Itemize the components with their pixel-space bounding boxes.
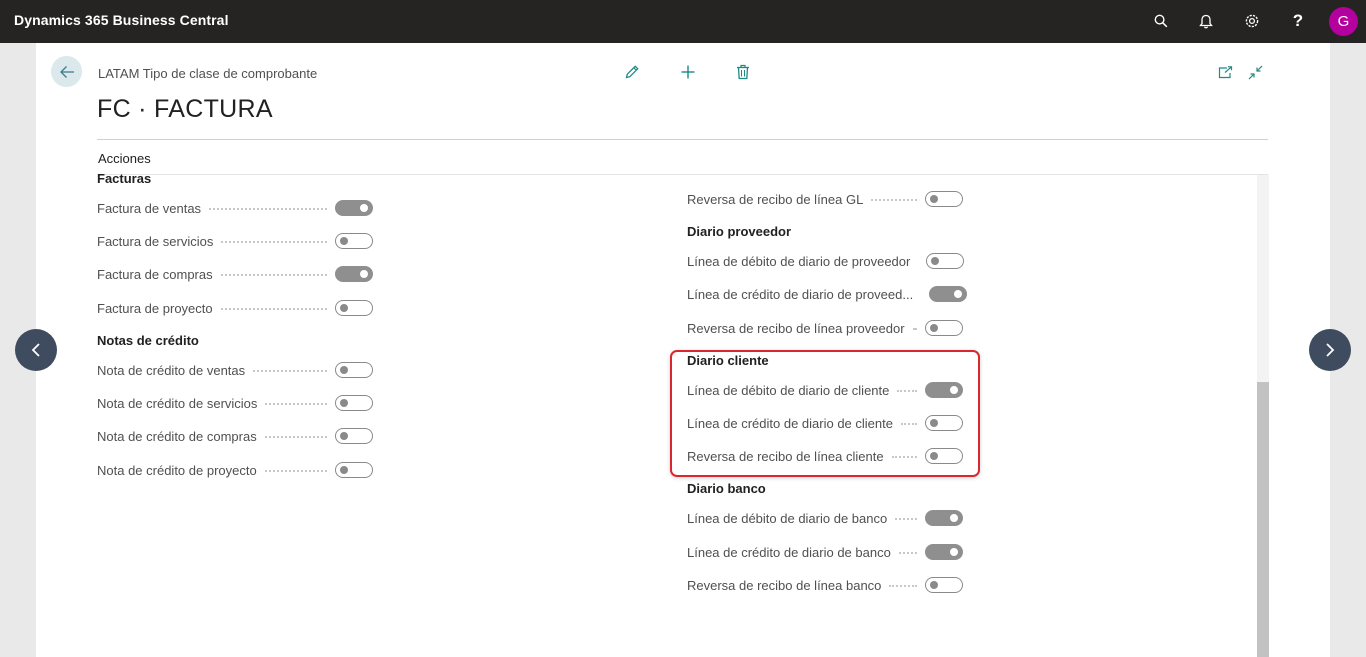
toggle-debito-proveedor[interactable]: [926, 253, 965, 269]
edit-icon[interactable]: [621, 61, 643, 83]
toggle-debito-banco[interactable]: [925, 510, 963, 526]
leader-dots: [221, 241, 327, 243]
toggle-credito-cliente[interactable]: [925, 415, 963, 431]
help-icon[interactable]: ?: [1286, 9, 1310, 33]
leader-dots: [220, 274, 327, 276]
field-label: Reversa de recibo de línea proveedor: [687, 320, 905, 336]
field-label: Línea de crédito de diario de cliente: [687, 415, 893, 431]
leader-dots: [898, 552, 917, 554]
field-reversa-gl: Reversa de recibo de línea GL: [687, 189, 963, 209]
field-label: Factura de compras: [97, 266, 213, 282]
page-title: FC · FACTURA: [97, 95, 273, 123]
toggle-nota-credito-compras[interactable]: [335, 428, 373, 444]
leader-dots: [891, 456, 917, 458]
previous-record-button[interactable]: [15, 329, 57, 371]
field-debito-proveedor: Línea de débito de diario de proveedor: [687, 251, 965, 271]
field-label: Línea de crédito de diario de banco: [687, 544, 891, 560]
group-title-diario-banco: Diario banco: [687, 481, 766, 496]
field-reversa-cliente: Reversa de recibo de línea cliente: [687, 446, 963, 466]
leader-dots: [220, 308, 327, 310]
leader-dots: [264, 470, 327, 472]
field-credito-proveedor: Línea de crédito de diario de proveed...: [687, 284, 968, 304]
field-factura-proyecto: Factura de proyecto: [97, 298, 373, 318]
leader-dots: [264, 436, 327, 438]
top-bar: Dynamics 365 Business Central ? G: [0, 0, 1366, 43]
breadcrumb: LATAM Tipo de clase de comprobante: [98, 66, 318, 81]
delete-icon[interactable]: [732, 61, 754, 83]
chevron-left-icon: [31, 343, 40, 357]
field-label: Línea de débito de diario de banco: [687, 510, 888, 526]
field-factura-compras: Factura de compras: [97, 264, 373, 284]
toggle-factura-servicios[interactable]: [335, 233, 373, 249]
leader-dots: [897, 390, 917, 392]
actions-menu[interactable]: Acciones: [98, 151, 151, 166]
field-nota-credito-proyecto: Nota de crédito de proyecto: [97, 460, 373, 480]
toggle-reversa-gl[interactable]: [925, 191, 963, 207]
leader-dots: [900, 423, 917, 425]
leader-dots: [895, 518, 917, 520]
field-reversa-banco: Reversa de recibo de línea banco: [687, 575, 963, 595]
field-label: Línea de crédito de diario de proveed...: [687, 286, 914, 302]
field-nota-credito-ventas: Nota de crédito de ventas: [97, 360, 373, 380]
leader-dots: [912, 328, 917, 330]
field-label: Línea de débito de diario de cliente: [687, 382, 890, 398]
field-label: Factura de ventas: [97, 200, 202, 216]
search-icon[interactable]: [1149, 9, 1173, 33]
toggle-factura-compras[interactable]: [335, 266, 373, 282]
back-button[interactable]: [51, 56, 82, 87]
group-title-diario-proveedor: Diario proveedor: [687, 224, 792, 239]
avatar[interactable]: G: [1329, 7, 1358, 36]
arrow-left-icon: [59, 65, 74, 78]
field-label: Nota de crédito de proyecto: [97, 462, 257, 478]
field-label: Nota de crédito de ventas: [97, 362, 246, 378]
leader-dots: [889, 585, 917, 587]
header-divider: [97, 139, 1268, 140]
field-label: Línea de débito de diario de proveedor: [687, 253, 911, 269]
field-debito-banco: Línea de débito de diario de banco: [687, 508, 963, 528]
group-title-facturas: Facturas: [97, 171, 152, 186]
open-new-window-icon[interactable]: [1214, 61, 1236, 83]
actions-divider: [97, 174, 1268, 175]
chevron-right-icon: [1326, 343, 1335, 357]
toggle-debito-cliente[interactable]: [925, 382, 963, 398]
field-label: Factura de servicios: [97, 233, 214, 249]
field-label: Reversa de recibo de línea cliente: [687, 448, 884, 464]
field-label: Reversa de recibo de línea banco: [687, 577, 882, 593]
bell-icon[interactable]: [1194, 9, 1218, 33]
toggle-nota-credito-servicios[interactable]: [335, 395, 373, 411]
toggle-nota-credito-proyecto[interactable]: [335, 462, 373, 478]
field-nota-credito-servicios: Nota de crédito de servicios: [97, 393, 373, 413]
toggle-reversa-cliente[interactable]: [925, 448, 963, 464]
field-debito-cliente: Línea de débito de diario de cliente: [687, 380, 963, 400]
field-credito-banco: Línea de crédito de diario de banco: [687, 542, 963, 562]
toggle-nota-credito-ventas[interactable]: [335, 362, 373, 378]
next-record-button[interactable]: [1309, 329, 1351, 371]
add-icon[interactable]: [677, 61, 699, 83]
leader-dots: [265, 403, 327, 405]
field-reversa-proveedor: Reversa de recibo de línea proveedor: [687, 318, 963, 338]
toggle-credito-proveedor[interactable]: [929, 286, 968, 302]
toggle-factura-ventas[interactable]: [335, 200, 373, 216]
toggle-factura-proyecto[interactable]: [335, 300, 373, 316]
field-credito-cliente: Línea de crédito de diario de cliente: [687, 413, 963, 433]
group-title-diario-cliente: Diario cliente: [687, 353, 769, 368]
toggle-reversa-proveedor[interactable]: [925, 320, 963, 336]
toggle-reversa-banco[interactable]: [925, 577, 963, 593]
field-label: Nota de crédito de servicios: [97, 395, 258, 411]
field-label: Nota de crédito de compras: [97, 428, 257, 444]
app-title[interactable]: Dynamics 365 Business Central: [14, 12, 229, 28]
leader-dots: [209, 208, 327, 210]
field-factura-servicios: Factura de servicios: [97, 231, 373, 251]
collapse-icon[interactable]: [1244, 61, 1266, 83]
scrollbar-thumb[interactable]: [1257, 382, 1269, 657]
field-label: Reversa de recibo de línea GL: [687, 191, 864, 207]
field-factura-ventas: Factura de ventas: [97, 198, 373, 218]
gear-icon[interactable]: [1240, 9, 1264, 33]
field-label: Factura de proyecto: [97, 300, 213, 316]
toggle-credito-banco[interactable]: [925, 544, 963, 560]
leader-dots: [871, 199, 917, 201]
field-nota-credito-compras: Nota de crédito de compras: [97, 426, 373, 446]
group-title-notas-credito: Notas de crédito: [97, 333, 199, 348]
leader-dots: [253, 370, 327, 372]
